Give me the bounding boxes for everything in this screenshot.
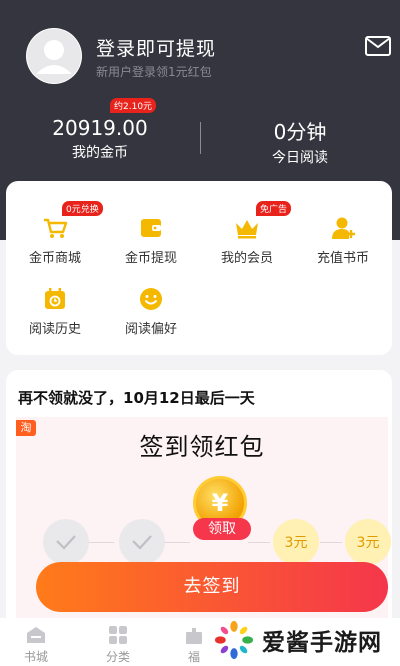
day-reward-circle: 3元	[273, 519, 319, 565]
bookstore-icon	[27, 627, 45, 643]
menu-item-label: 金币商城	[28, 251, 81, 266]
calendar-icon	[45, 288, 65, 309]
login-title[interactable]: 登录即可提现	[96, 34, 216, 61]
wallet-icon	[141, 219, 161, 237]
watermark-logo	[214, 620, 254, 660]
menu-item-history[interactable]: 阅读历史	[7, 285, 103, 337]
watermark-text: 爱酱手游网	[262, 630, 382, 656]
menu-card: 金币商城 0元兑换 金币提现 我的会员 免广告 充值书币 阅读历史 阅读偏好	[6, 181, 392, 355]
user-add-icon	[332, 217, 355, 239]
menu-item-label: 阅读偏好	[124, 322, 177, 337]
menu-item-withdraw[interactable]: 金币提现	[103, 214, 199, 266]
tab-label: 分类	[105, 650, 130, 664]
menu-item-label: 金币提现	[124, 251, 177, 266]
tab-category[interactable]: 分类	[88, 624, 148, 665]
go-signin-button[interactable]: 去签到	[36, 562, 388, 612]
coins-label: 我的金币	[72, 145, 128, 161]
menu-item-preference[interactable]: 阅读偏好	[103, 285, 199, 337]
menu-item-coin-mall[interactable]: 金币商城	[7, 214, 103, 266]
menu-item-label: 充值书币	[316, 251, 369, 266]
day-done-circle	[119, 519, 165, 565]
reading-value: 0分钟	[273, 120, 327, 144]
login-subtitle: 新用户登录领1元红包	[96, 65, 212, 79]
reading-label: 今日阅读	[272, 150, 328, 166]
signin-heading: 再不领就没了，10月12日最后一天	[18, 389, 255, 407]
menu-item-recharge[interactable]: 充值书币	[295, 214, 391, 266]
coin-value-tag: 约2.10元	[110, 98, 157, 113]
avatar[interactable]	[26, 28, 82, 84]
tab-label: 书城	[23, 650, 48, 664]
menu-item-label: 阅读历史	[28, 322, 81, 337]
mail-icon[interactable]	[365, 36, 391, 56]
day-reward-circle: 3元	[345, 519, 391, 565]
watermark: 爱酱手游网	[214, 614, 400, 666]
category-icon	[109, 626, 127, 644]
signin-card: 再不领就没了，10月12日最后一天 淘 签到领红包 1天 2天 ¥ 领取	[6, 370, 392, 630]
menu-tag-no-ads: 免广告	[256, 201, 292, 216]
tab-bookstore[interactable]: 书城	[6, 624, 66, 665]
cart-icon	[44, 218, 68, 238]
check-icon	[56, 535, 76, 550]
gift-icon	[186, 628, 202, 644]
check-icon	[132, 535, 152, 550]
menu-item-label: 我的会员	[220, 251, 273, 266]
reading-stat[interactable]: 0分钟 今日阅读	[200, 116, 400, 167]
crown-icon	[236, 220, 258, 239]
menu-tag-free-exchange: 0元兑换	[62, 201, 103, 216]
avatar-placeholder-icon	[27, 29, 81, 83]
promo-title: 签到领红包	[139, 433, 265, 461]
coins-stat[interactable]: 20919.00 我的金币	[0, 116, 200, 162]
smile-icon	[140, 288, 162, 310]
day-done-circle	[43, 519, 89, 565]
claim-button[interactable]: 领取	[193, 518, 251, 540]
menu-item-membership[interactable]: 我的会员	[199, 214, 295, 266]
coins-value: 20919.00	[52, 116, 148, 140]
